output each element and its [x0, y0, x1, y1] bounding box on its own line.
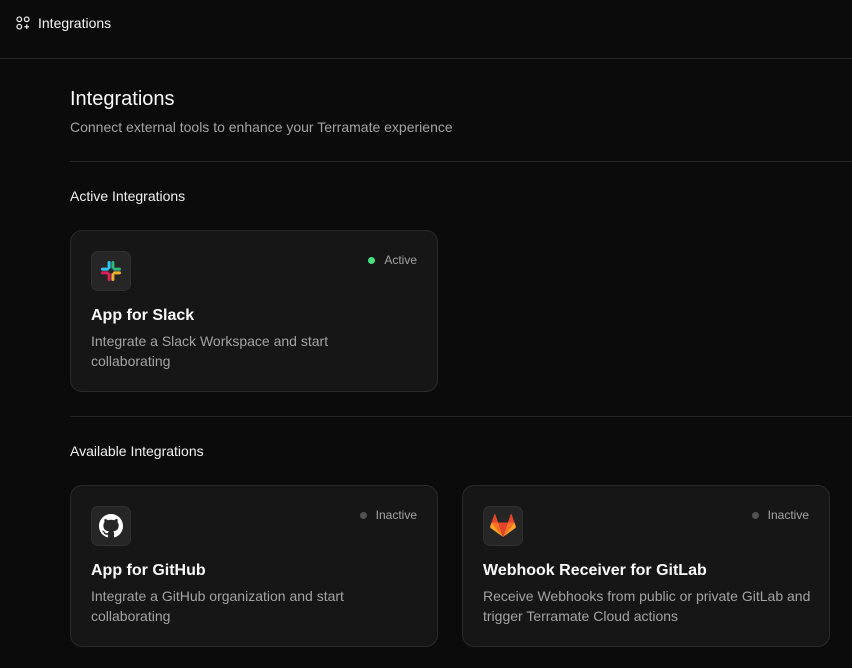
integration-card-github[interactable]: Inactive App for GitHub Integrate a GitH… — [70, 485, 438, 647]
status-label: Inactive — [767, 508, 809, 522]
github-logo-icon — [91, 506, 131, 546]
status-dot-inactive — [751, 511, 759, 519]
section-divider — [70, 416, 852, 417]
integration-card-slack[interactable]: Active App for Slack Integrate a Slack W… — [70, 230, 438, 392]
status-label: Inactive — [375, 508, 417, 522]
section-divider — [70, 161, 852, 162]
card-description: Integrate a Slack Workspace and start co… — [91, 333, 329, 369]
status-dot-inactive — [359, 511, 367, 519]
status-badge: Active — [368, 253, 417, 267]
top-bar: Integrations — [0, 0, 852, 46]
section-title-active: Active Integrations — [70, 188, 186, 204]
card-description: Receive Webhooks from public or private … — [483, 588, 811, 624]
status-badge: Inactive — [359, 508, 417, 522]
slack-logo-icon — [91, 251, 131, 291]
status-badge: Inactive — [751, 508, 809, 522]
integrations-icon — [16, 16, 30, 30]
integration-card-gitlab[interactable]: Inactive Webhook Receiver for GitLab Rec… — [462, 485, 830, 647]
card-title: App for Slack — [91, 307, 195, 324]
card-title: App for GitHub — [91, 562, 206, 579]
breadcrumb-integrations[interactable]: Integrations — [38, 15, 111, 31]
section-title-available: Available Integrations — [70, 443, 204, 459]
status-dot-active — [368, 256, 376, 264]
card-title: Webhook Receiver for GitLab — [483, 562, 707, 579]
gitlab-logo-icon — [483, 506, 523, 546]
topbar-divider — [0, 58, 852, 59]
card-description: Integrate a GitHub organization and star… — [91, 588, 344, 624]
page-title: Integrations — [70, 88, 175, 110]
page-subtitle: Connect external tools to enhance your T… — [70, 119, 453, 135]
status-label: Active — [384, 253, 417, 267]
